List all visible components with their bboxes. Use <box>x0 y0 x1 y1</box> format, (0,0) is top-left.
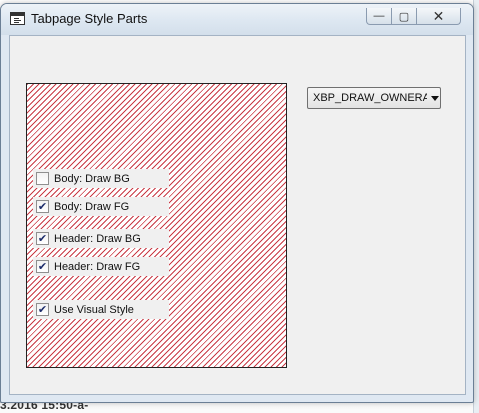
minimize-button[interactable]: — <box>366 8 392 25</box>
window-title: Tabpage Style Parts <box>31 11 148 26</box>
checkbox-use-visual-style[interactable]: ✔ Use Visual Style <box>33 300 169 319</box>
chevron-down-icon[interactable] <box>431 95 439 101</box>
checkbox-label: Body: Draw FG <box>54 200 130 213</box>
checkbox-header-draw-bg[interactable]: ✔ Header: Draw BG <box>33 229 169 248</box>
title-bar[interactable]: Tabpage Style Parts — ▢ ✕ <box>1 4 473 35</box>
checkbox-label: Header: Draw BG <box>54 232 141 245</box>
close-button[interactable]: ✕ <box>416 8 461 25</box>
maximize-button[interactable]: ▢ <box>391 8 417 25</box>
checkbox-body-draw-bg[interactable]: Body: Draw BG <box>33 169 169 188</box>
app-window-icon[interactable] <box>10 12 25 25</box>
minimize-icon: — <box>373 10 385 22</box>
checkbox-label: Use Visual Style <box>54 303 134 316</box>
checkbox-box[interactable]: ✔ <box>36 260 49 273</box>
checkmark-icon: ✔ <box>37 201 48 213</box>
client-area: Body: Draw BG ✔ Body: Draw FG ✔ Header: … <box>9 35 466 395</box>
checkbox-body-draw-fg[interactable]: ✔ Body: Draw FG <box>33 197 169 216</box>
hatched-tabpage-panel <box>26 83 287 368</box>
checkbox-box[interactable]: ✔ <box>36 303 49 316</box>
checkbox-box[interactable]: ✔ <box>36 200 49 213</box>
checkbox-label: Body: Draw BG <box>54 172 130 185</box>
checkmark-icon: ✔ <box>37 233 48 245</box>
checkbox-box[interactable] <box>36 172 49 185</box>
checkbox-header-draw-fg[interactable]: ✔ Header: Draw FG <box>33 257 169 276</box>
checkbox-box[interactable]: ✔ <box>36 232 49 245</box>
maximize-icon: ▢ <box>398 10 410 23</box>
checkmark-icon: ✔ <box>37 261 48 273</box>
checkbox-label: Header: Draw FG <box>54 260 141 273</box>
draw-mode-dropdown[interactable]: XBP_DRAW_OWNERAL <box>307 87 441 109</box>
app-window: Tabpage Style Parts — ▢ ✕ Body: Draw BG … <box>0 3 474 403</box>
close-icon: ✕ <box>432 8 445 24</box>
dropdown-value: XBP_DRAW_OWNERAL <box>313 92 427 104</box>
checkmark-icon: ✔ <box>37 304 48 316</box>
